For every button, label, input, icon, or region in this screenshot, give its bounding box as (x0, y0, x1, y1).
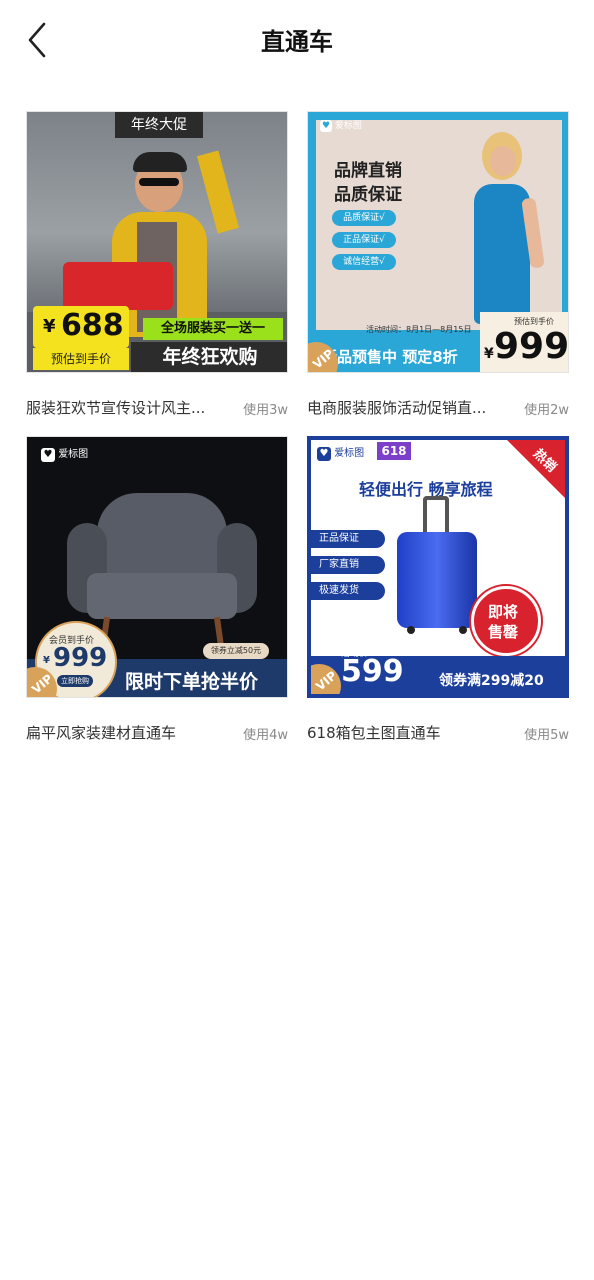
template-thumbnail[interactable]: ♥ 爱标图 限时下单抢半价 领券立减50元 会员到手价 ¥ 999 立即抢购 V… (26, 436, 288, 698)
brand-name: 爱标图 (58, 449, 89, 460)
brand-logo: ♥ 爱标图 (320, 118, 366, 134)
template-card-clothing-festival[interactable]: 年终大促 ¥ 688 预估到手价 全场服装买一送一 年终狂欢购 服装狂欢节宣传设… (26, 111, 288, 421)
template-thumbnail[interactable]: 年终大促 ¥ 688 预估到手价 全场服装买一送一 年终狂欢购 (26, 111, 288, 373)
heart-logo-icon: ♥ (317, 447, 331, 461)
page-title: 直通车 (261, 28, 333, 56)
template-name: 电商服装服饰活动促销直... (307, 399, 487, 417)
template-name: 扁平风家装建材直通车 (26, 724, 177, 742)
tag-1: 品质保证√ (332, 210, 396, 226)
headline: 年终狂欢购 (131, 342, 287, 372)
card-caption: 电商服装服饰活动促销直... 使用2w (307, 397, 569, 421)
badge-line-2: 售罄 (488, 623, 519, 641)
soldout-badge: 即将 售罄 (471, 586, 541, 656)
slogan-line-1: 品牌直销 (334, 161, 402, 181)
tag-1: 正品保证 (311, 530, 385, 548)
heart-logo-icon: ♥ (41, 448, 55, 462)
hot-corner (507, 440, 565, 498)
card-caption: 服装狂欢节宣传设计风主... 使用3w (26, 397, 288, 421)
price-box: 预估到手价 ¥ 999 (480, 312, 569, 372)
price-box: ¥ 688 (33, 306, 129, 348)
usage-count: 使用5w (524, 728, 569, 743)
template-card-luggage-618[interactable]: ♥ 爱标图 618 热销 轻便出行 畅享旅程 正品保证 厂家直销 极速发货 即将… (307, 436, 569, 746)
header: 直通车 (0, 0, 594, 80)
headline: 限时下单抢半价 (125, 671, 259, 693)
card-caption: 扁平风家装建材直通车 使用4w (26, 722, 288, 746)
price-symbol: ¥ (43, 316, 56, 337)
card-caption: 618箱包主图直通车 使用5w (307, 722, 569, 746)
usage-count: 使用2w (524, 403, 569, 418)
coupon-label: 领券满299减20 (439, 673, 544, 689)
tag-3: 诚信经营√ (332, 254, 396, 270)
promo-label: 全场服装买一送一 (143, 318, 283, 340)
usage-count: 使用4w (243, 728, 288, 743)
price-value: 999 (494, 326, 569, 367)
brand-logo: ♥ 爱标图 (41, 445, 88, 462)
price-value: 688 (61, 308, 124, 343)
slogan-line-2: 品质保证 (334, 185, 402, 205)
model-illustration (57, 150, 257, 337)
banner-label: 年终大促 (115, 112, 203, 138)
template-card-home-furnishing[interactable]: ♥ 爱标图 限时下单抢半价 领券立减50元 会员到手价 ¥ 999 立即抢购 V… (26, 436, 288, 746)
template-card-fashion-sale[interactable]: ♥ 爱标图 品牌直销 品质保证 品质保证√ 正品保证√ 诚信经营√ 活动时间：8… (307, 111, 569, 421)
brand-name: 爱标图 (334, 448, 365, 459)
price-value: 999 (53, 643, 108, 673)
usage-count: 使用3w (243, 403, 288, 418)
tag-3: 极速发货 (311, 582, 385, 600)
badge-line-1: 即将 (488, 603, 519, 621)
model-illustration (448, 128, 558, 328)
brand-logo: ♥ 爱标图 (317, 444, 364, 461)
price-value: 599 (341, 654, 404, 689)
tag-2: 正品保证√ (332, 232, 396, 248)
price-note: 预估到手价 (33, 348, 129, 370)
template-thumbnail[interactable]: ♥ 爱标图 品牌直销 品质保证 品质保证√ 正品保证√ 诚信经营√ 活动时间：8… (307, 111, 569, 373)
price-symbol: ¥ (43, 655, 50, 666)
promo-label: 新品预售中 预定8折 (322, 348, 458, 366)
tag-2: 厂家直销 (311, 556, 385, 574)
coupon-label: 领券立减50元 (203, 643, 269, 659)
template-thumbnail[interactable]: ♥ 爱标图 618 热销 轻便出行 畅享旅程 正品保证 厂家直销 极速发货 即将… (307, 436, 569, 698)
brand-name: 爱标图 (334, 121, 362, 131)
suitcase-illustration (393, 496, 483, 636)
template-name: 服装狂欢节宣传设计风主... (26, 399, 206, 417)
activity-period: 活动时间：8月1日—8月15日 (366, 325, 472, 334)
price-symbol: ¥ (484, 346, 494, 362)
event-tag: 618 (377, 442, 411, 460)
heart-logo-icon: ♥ (320, 120, 332, 132)
template-name: 618箱包主图直通车 (307, 724, 441, 742)
buy-label: 立即抢购 (57, 675, 93, 687)
